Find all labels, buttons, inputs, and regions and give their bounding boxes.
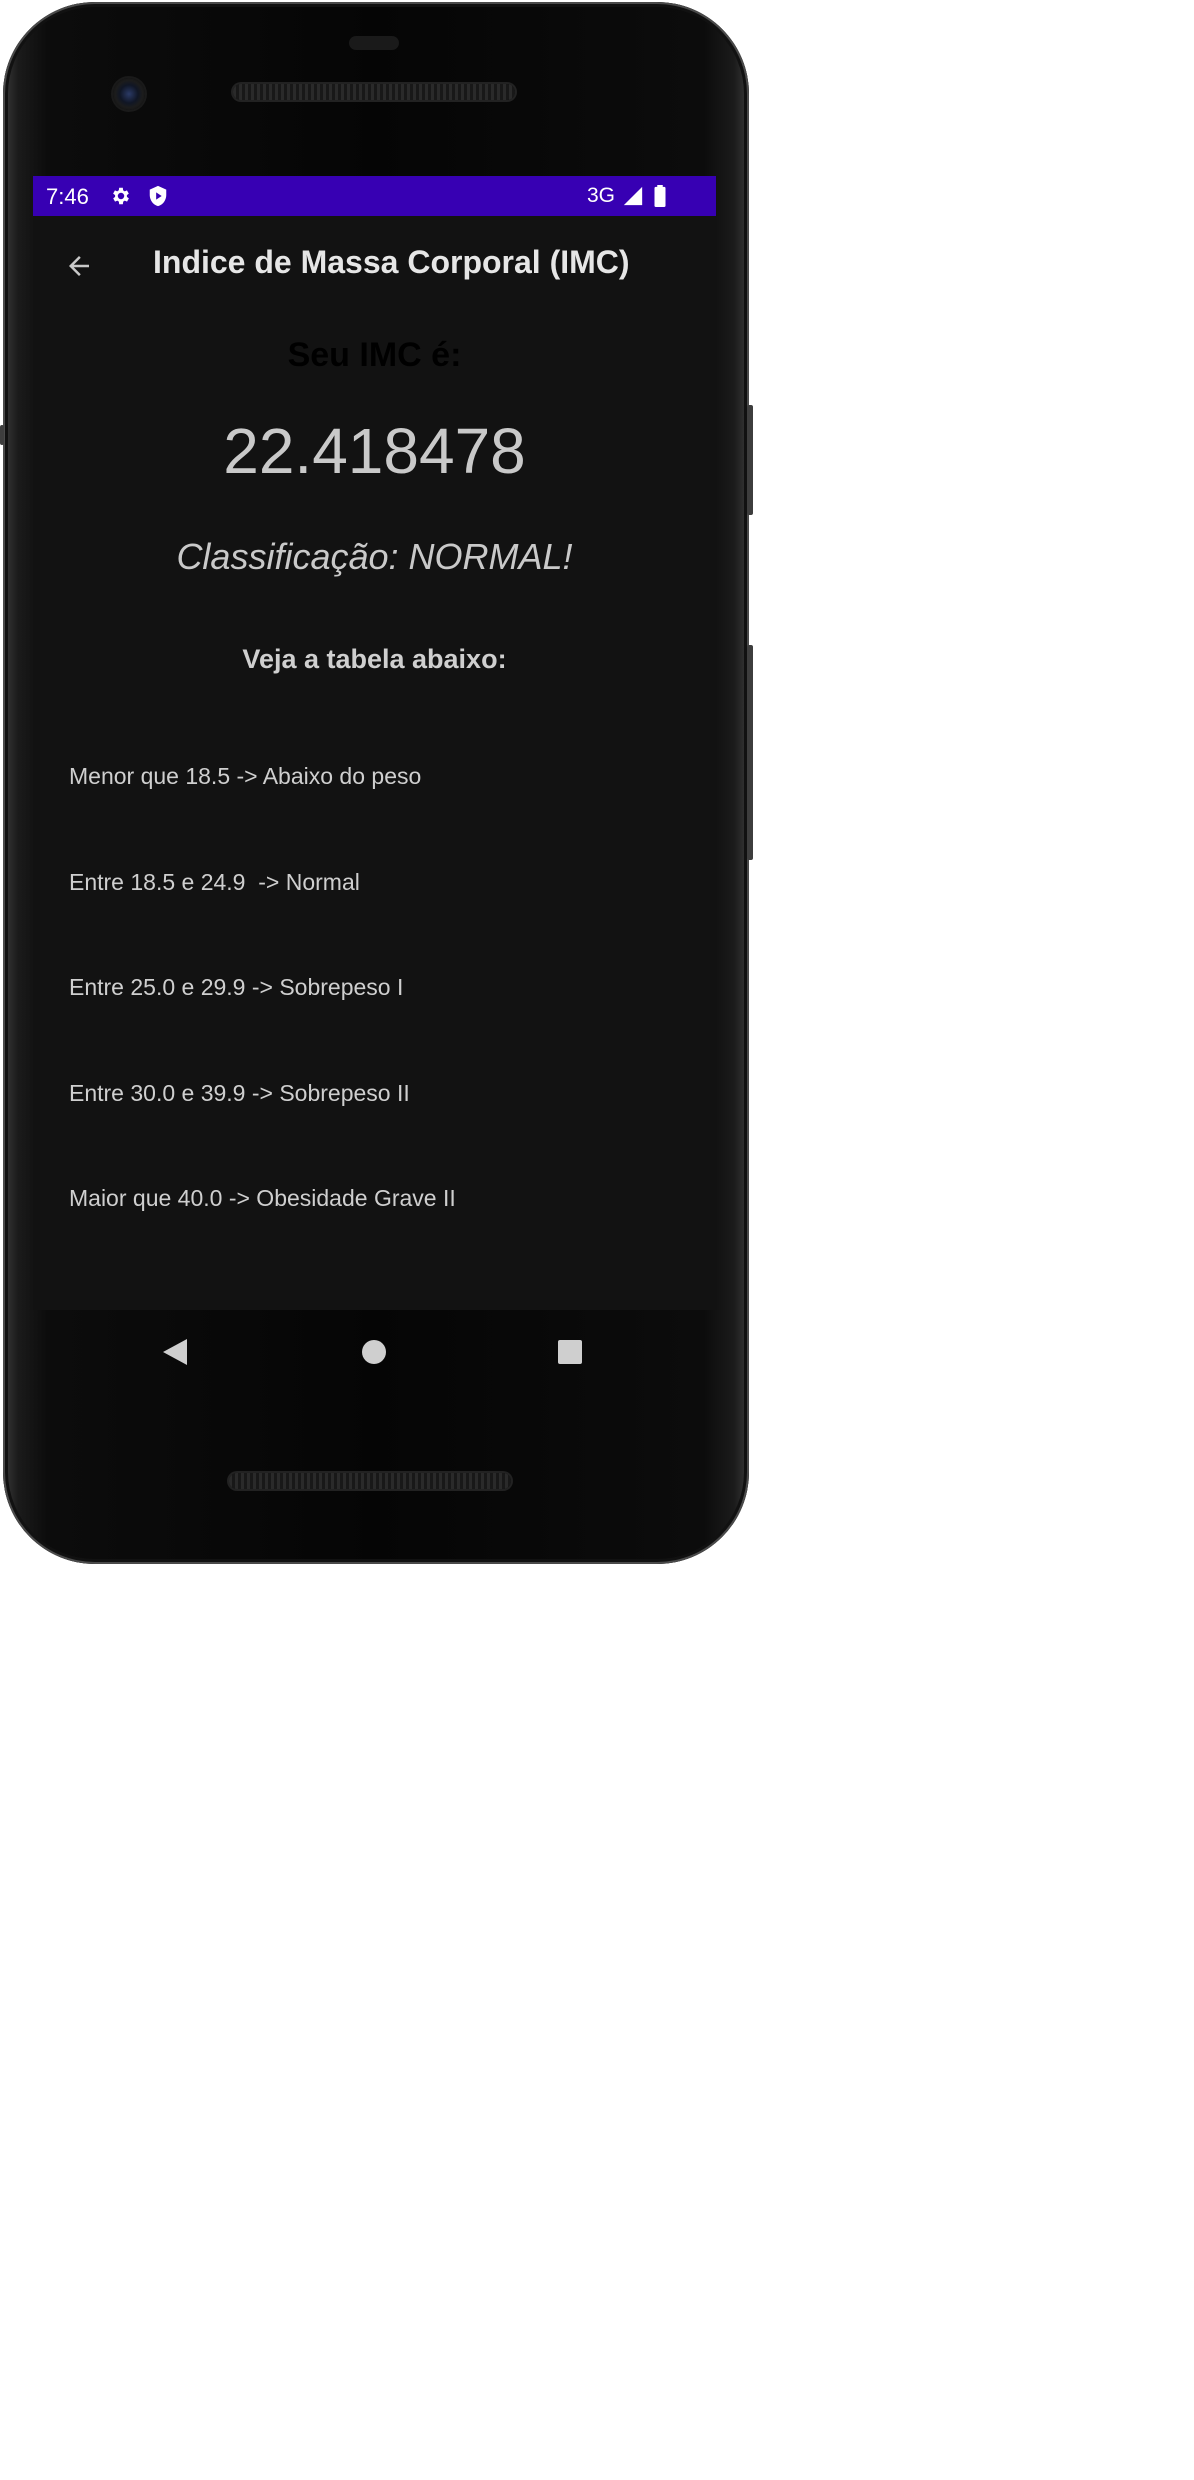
- nav-recents-button[interactable]: [548, 1330, 592, 1374]
- app-bar: Indice de Massa Corporal (IMC): [33, 216, 716, 312]
- table-row: Menor que 18.5 -> Abaixo do peso: [69, 763, 422, 789]
- status-bar: 7:46 3G: [33, 176, 716, 216]
- table-heading: Veja a tabela abaixo:: [242, 644, 507, 674]
- left-edge-button: [0, 425, 4, 445]
- recents-square-icon: [558, 1340, 582, 1364]
- table-row: Entre 18.5 e 24.9 -> Normal: [69, 869, 360, 895]
- nav-back-button[interactable]: [153, 1330, 197, 1374]
- front-camera: [113, 78, 145, 110]
- bottom-speaker-grille: [229, 1473, 511, 1489]
- system-nav-bar: [33, 1310, 716, 1390]
- signal-icon: [622, 185, 644, 212]
- arrow-back-icon: [69, 256, 89, 276]
- table-row: Maior que 40.0 -> Obesidade Grave II: [69, 1185, 456, 1211]
- top-speaker-grille: [233, 84, 515, 100]
- phone-device: 7:46 3G Indice de Massa Corporal (IMC) S…: [0, 0, 755, 1568]
- app-screen: 7:46 3G Indice de Massa Corporal (IMC) S…: [33, 176, 716, 1310]
- back-triangle-icon: [163, 1339, 187, 1365]
- top-sensor: [349, 36, 399, 50]
- status-time: 7:46: [46, 184, 89, 209]
- classification-text: Classificação: NORMAL!: [176, 536, 573, 577]
- battery-icon: [653, 185, 667, 212]
- volume-button: [747, 645, 753, 860]
- table-row: Entre 25.0 e 29.9 -> Sobrepeso I: [69, 974, 404, 1000]
- nav-home-button[interactable]: [352, 1330, 396, 1374]
- result-heading: Seu IMC é:: [287, 336, 462, 374]
- network-type: 3G: [587, 184, 616, 207]
- settings-icon: [110, 185, 132, 212]
- back-button[interactable]: [55, 242, 103, 290]
- app-title: Indice de Massa Corporal (IMC): [153, 244, 630, 280]
- power-button: [747, 405, 753, 515]
- shield-play-icon: [147, 185, 169, 212]
- home-circle-icon: [362, 1340, 386, 1364]
- imc-value: 22.418478: [223, 415, 526, 487]
- table-row: Entre 30.0 e 39.9 -> Sobrepeso II: [69, 1080, 410, 1106]
